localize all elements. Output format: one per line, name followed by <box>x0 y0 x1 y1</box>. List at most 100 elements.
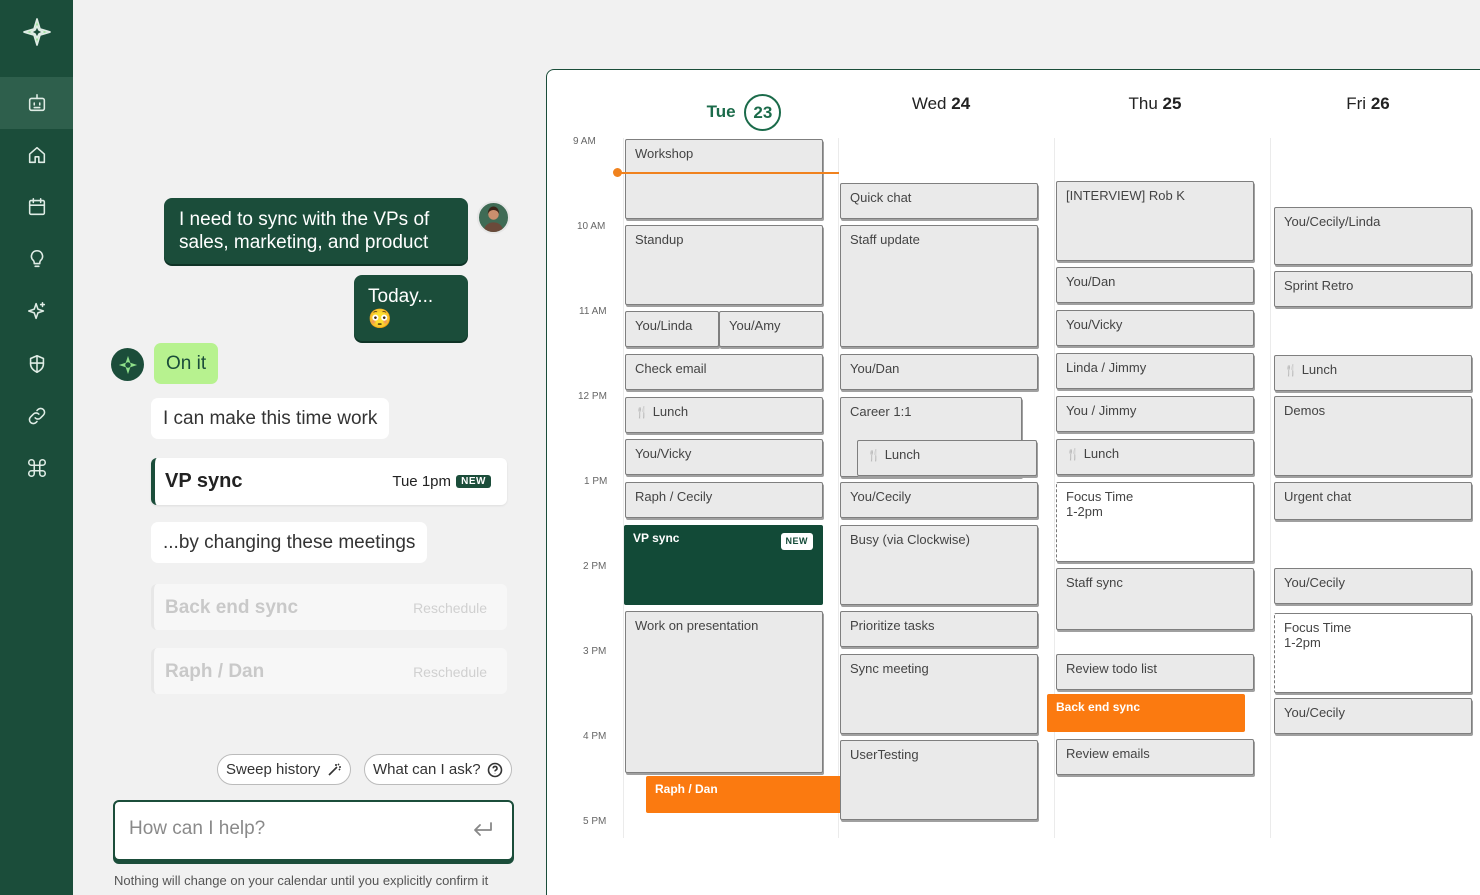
assistant-icon[interactable] <box>0 77 73 129</box>
assistant-reply: I can make this time work <box>151 398 390 439</box>
day-header-fri[interactable]: Fri 26 <box>1268 94 1468 114</box>
new-event-block[interactable]: VP sync NEW <box>624 525 823 605</box>
event-block[interactable]: Staff sync <box>1056 568 1254 630</box>
event-time: 1-2pm <box>1284 635 1321 650</box>
chat-input-box[interactable] <box>113 800 514 861</box>
sweep-history-chip[interactable]: Sweep history <box>217 754 352 785</box>
day-header-wed[interactable]: Wed 24 <box>841 94 1041 114</box>
ai-sparkle-icon[interactable] <box>0 285 73 337</box>
event-block[interactable]: You/Cecily <box>1274 568 1472 604</box>
event-block[interactable]: Sprint Retro <box>1274 271 1472 307</box>
event-block[interactable]: Staff update <box>840 225 1038 347</box>
moved-event-block[interactable]: Back end sync <box>1047 694 1245 732</box>
event-block[interactable]: 🍴 Lunch <box>625 397 823 433</box>
magic-wand-icon <box>328 762 342 776</box>
event-block[interactable]: You / Jimmy <box>1056 396 1254 432</box>
column-divider <box>838 138 839 838</box>
event-block[interactable]: Work on presentation <box>625 611 823 773</box>
day-of-week: Wed <box>911 94 947 113</box>
proposed-event-card[interactable]: VP sync Tue 1pm NEW <box>151 458 507 505</box>
event-title: VP sync <box>633 531 680 545</box>
event-block[interactable]: [INTERVIEW] Rob K <box>1056 181 1254 261</box>
event-block[interactable]: Busy (via Clockwise) <box>840 525 1038 605</box>
event-block[interactable]: Urgent chat <box>1274 482 1472 520</box>
column-divider <box>623 138 624 838</box>
assistant-avatar <box>111 348 144 381</box>
calendar-week-view: Tue 23 Wed 24 Thu 25 Fri 26 9 AM 10 AM 1… <box>546 69 1480 895</box>
help-icon <box>487 762 502 777</box>
user-message-text: Today... <box>368 286 434 307</box>
event-block[interactable]: UserTesting <box>840 740 1038 820</box>
enter-icon[interactable] <box>472 820 494 840</box>
focus-time-block[interactable]: Focus Time 1-2pm <box>1274 613 1472 693</box>
event-block[interactable]: Standup <box>625 225 823 305</box>
event-block[interactable]: Workshop <box>625 139 823 219</box>
hour-label: 9 AM <box>573 136 596 147</box>
event-block[interactable]: You/Cecily <box>1274 698 1472 734</box>
user-avatar <box>477 201 510 234</box>
user-message: I need to sync with the VPs of sales, ma… <box>164 198 468 264</box>
integrations-icon[interactable] <box>0 442 73 494</box>
reschedule-button[interactable]: Reschedule <box>413 600 487 616</box>
reschedule-card[interactable]: Raph / Dan Reschedule <box>151 648 507 694</box>
event-block[interactable]: Linda / Jimmy <box>1056 353 1254 389</box>
event-block[interactable]: You/Vicky <box>1056 310 1254 346</box>
fork-knife-icon: 🍴 <box>1284 365 1298 377</box>
event-block[interactable]: 🍴 Lunch <box>1056 439 1254 475</box>
ideas-icon[interactable] <box>0 233 73 285</box>
event-block[interactable]: You/Cecily/Linda <box>1274 207 1472 265</box>
event-block[interactable]: You/Dan <box>840 354 1038 390</box>
event-block[interactable]: You/Dan <box>1056 267 1254 303</box>
hour-label: 10 AM <box>577 221 606 232</box>
proposed-event-time: Tue 1pm <box>392 473 451 490</box>
home-icon[interactable] <box>0 129 73 181</box>
event-block[interactable]: Sync meeting <box>840 654 1038 734</box>
hour-label: 5 PM <box>583 816 607 827</box>
day-of-week: Thu <box>1128 94 1158 113</box>
logo-icon[interactable] <box>0 6 73 58</box>
day-of-week: Fri <box>1346 94 1367 113</box>
event-block[interactable]: Raph / Cecily <box>625 482 823 518</box>
event-title: Lunch <box>1083 446 1120 461</box>
chat-input[interactable] <box>129 818 459 840</box>
event-block[interactable]: Review emails <box>1056 739 1254 775</box>
flushed-emoji: 😳 <box>368 309 392 330</box>
event-time: 1-2pm <box>1066 504 1103 519</box>
event-block[interactable]: Review todo list <box>1056 654 1254 690</box>
event-block[interactable]: Demos <box>1274 396 1472 476</box>
shield-icon[interactable] <box>0 338 73 390</box>
event-title: Lunch <box>1301 362 1338 377</box>
current-time-dot <box>613 168 622 177</box>
fork-knife-icon: 🍴 <box>1066 449 1080 461</box>
day-header-tue[interactable]: Tue 23 <box>644 94 844 131</box>
day-date: 25 <box>1162 94 1182 113</box>
event-block[interactable]: You/Amy <box>719 311 823 347</box>
reschedule-card[interactable]: Back end sync Reschedule <box>151 584 507 630</box>
reschedule-button[interactable]: Reschedule <box>413 664 487 680</box>
link-icon[interactable] <box>0 390 73 442</box>
event-title: Lunch <box>884 447 921 462</box>
moved-event-block[interactable]: Raph / Dan <box>646 776 844 813</box>
event-block[interactable]: Quick chat <box>840 183 1038 219</box>
calendar-icon[interactable] <box>0 181 73 233</box>
event-title: Focus Time <box>1066 489 1134 504</box>
event-block[interactable]: Prioritize tasks <box>840 611 1038 647</box>
column-divider <box>1054 138 1055 838</box>
event-title: Lunch <box>652 404 689 419</box>
event-block[interactable]: 🍴 Lunch <box>857 440 1037 476</box>
event-block[interactable]: You/Linda <box>625 311 719 347</box>
day-header-thu[interactable]: Thu 25 <box>1055 94 1255 114</box>
assistant-reply: ...by changing these meetings <box>151 522 428 563</box>
what-can-i-ask-chip[interactable]: What can I ask? <box>364 754 512 785</box>
focus-time-block[interactable]: Focus Time 1-2pm <box>1056 482 1254 562</box>
hour-label: 4 PM <box>583 731 607 742</box>
event-block[interactable]: You/Vicky <box>625 439 823 475</box>
day-date: 24 <box>951 94 971 113</box>
event-block[interactable]: Check email <box>625 354 823 390</box>
assistant-reply-on-it: On it <box>154 343 219 384</box>
event-block[interactable]: You/Cecily <box>840 482 1038 518</box>
event-block[interactable]: 🍴 Lunch <box>1274 355 1472 391</box>
sidebar <box>0 0 73 895</box>
hour-label: 2 PM <box>583 561 607 572</box>
hour-label: 11 AM <box>579 306 607 317</box>
